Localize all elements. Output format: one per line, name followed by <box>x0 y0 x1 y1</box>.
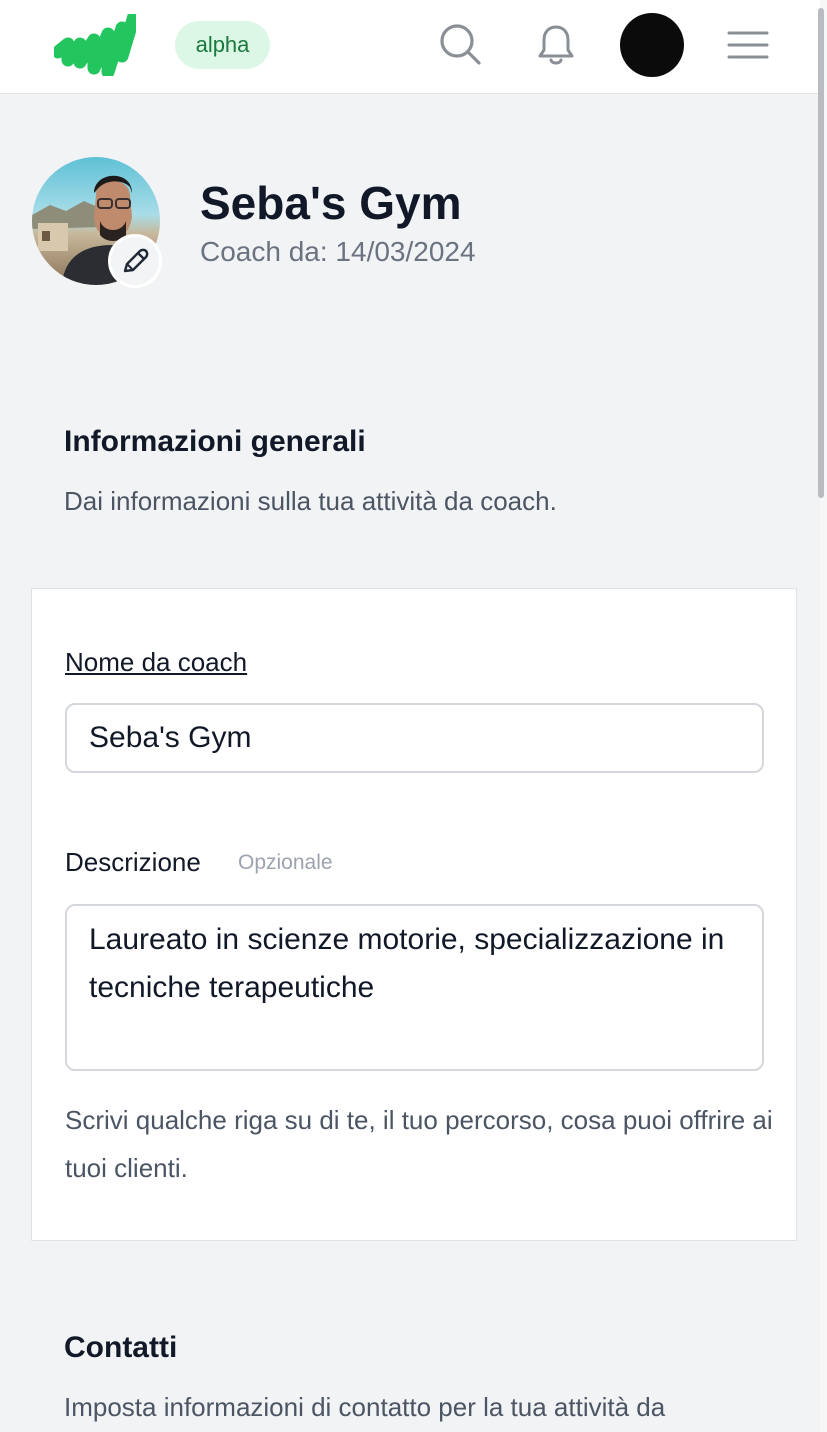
coach-name-label[interactable]: Nome da coach <box>65 645 247 679</box>
profile-name: Seba's Gym <box>200 177 462 229</box>
optional-tag: Opzionale <box>238 851 333 874</box>
hamburger-menu-icon[interactable] <box>727 30 769 60</box>
coach-since-date: Coach da: 14/03/2024 <box>200 236 476 267</box>
description-help-text: Scrivi qualche riga su di te, il tuo per… <box>65 1105 773 1183</box>
top-navigation-bar: alpha <box>0 0 820 94</box>
bell-icon[interactable] <box>534 22 578 68</box>
avatar[interactable] <box>620 13 684 77</box>
coach-name-input[interactable] <box>65 703 764 773</box>
description-label: Descrizione <box>65 847 201 877</box>
pencil-icon <box>123 248 149 273</box>
brand-logo-icon[interactable] <box>54 14 136 76</box>
scrollbar-thumb[interactable] <box>818 8 824 498</box>
alpha-badge: alpha <box>175 21 270 69</box>
general-info-card: Nome da coach Descrizione Opzionale Laur… <box>31 588 797 1241</box>
general-info-title: Informazioni generali <box>64 425 366 458</box>
search-icon[interactable] <box>438 22 482 66</box>
description-textarea[interactable]: Laureato in scienze motorie, specializza… <box>65 904 764 1071</box>
contacts-description: Imposta informazioni di contatto per la … <box>64 1392 666 1422</box>
edit-photo-button[interactable] <box>108 234 162 288</box>
general-info-description: Dai informazioni sulla tua attività da c… <box>64 486 557 516</box>
contacts-title: Contatti <box>64 1331 178 1364</box>
